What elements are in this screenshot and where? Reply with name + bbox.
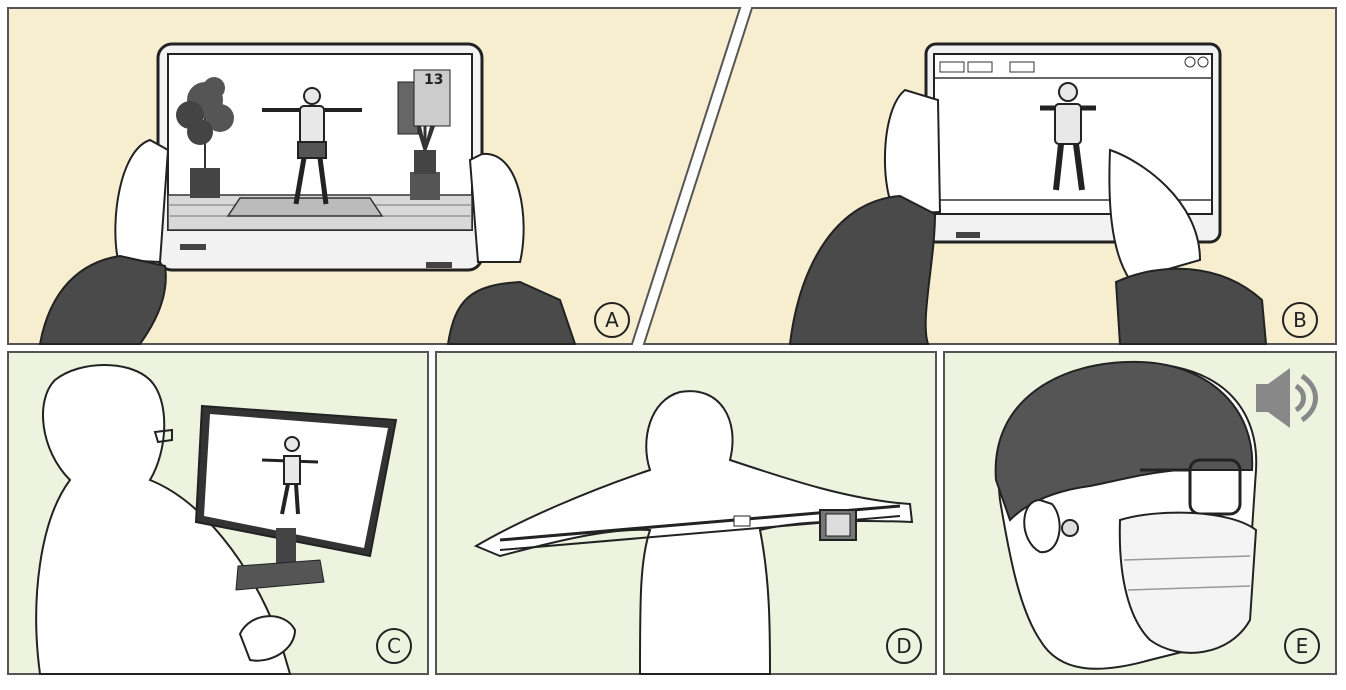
panel-label-c: C	[376, 628, 412, 664]
panel-label-b: B	[1282, 302, 1318, 338]
panel-label-d: D	[886, 628, 922, 664]
panel-label-a: A	[594, 302, 630, 338]
panel-label-e: E	[1284, 628, 1320, 664]
illustration-stage: 13 A B C D E	[0, 0, 1346, 690]
headphones-scene-e	[994, 360, 1258, 670]
rep-counter: 13	[424, 72, 444, 88]
left-hand-b	[883, 88, 942, 216]
storyboard-illustration	[0, 0, 1346, 690]
